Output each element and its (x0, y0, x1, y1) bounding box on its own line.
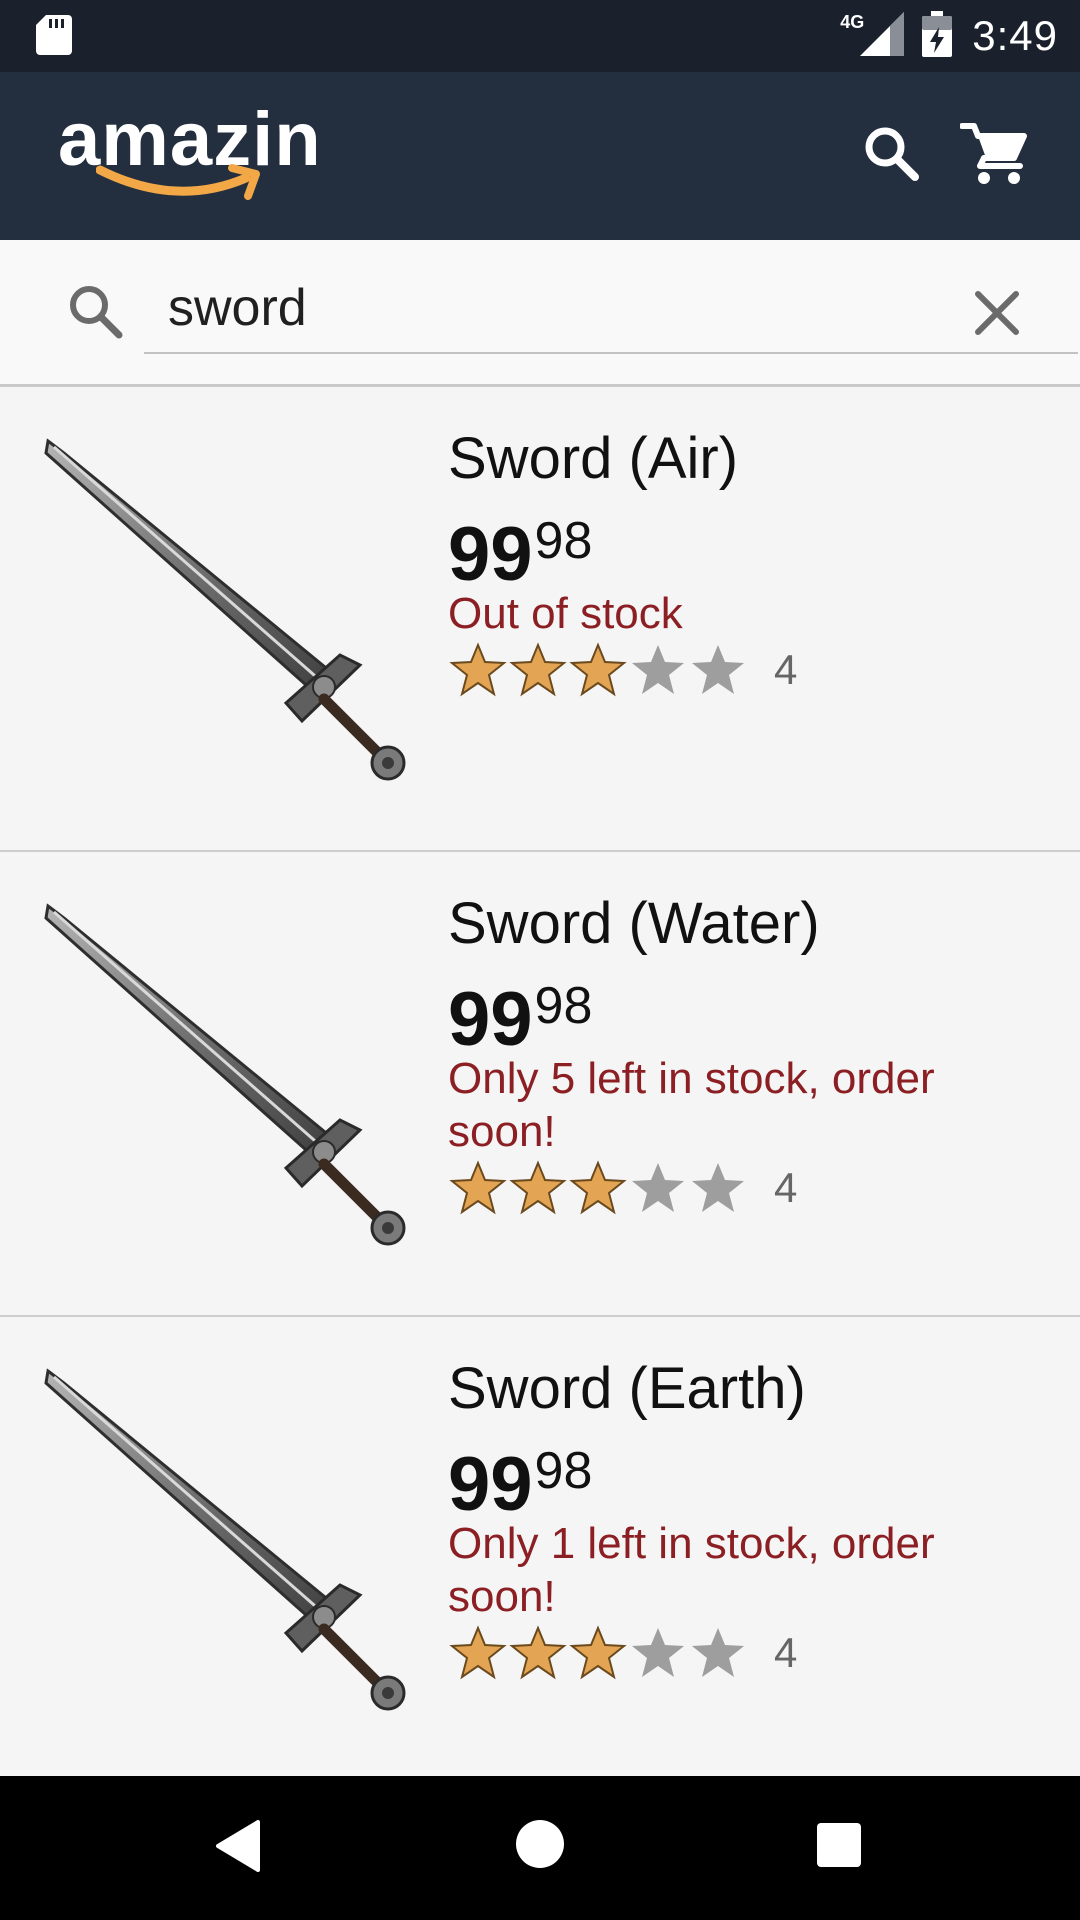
battery-charging-icon (922, 10, 953, 62)
price-whole: 99 (448, 512, 533, 597)
rating-count: 4 (774, 1629, 798, 1676)
star-filled-icon (569, 642, 627, 697)
product-info: Sword (Air) 9998 Out of stock 4 (448, 425, 1048, 698)
star-rating[interactable]: 4 (448, 642, 1048, 698)
star-empty-icon (692, 1628, 744, 1677)
search-bar (0, 240, 1080, 387)
price-whole: 99 (448, 1442, 533, 1527)
star-empty-icon (692, 1163, 744, 1212)
product-image[interactable] (40, 896, 420, 1276)
star-empty-icon (692, 645, 744, 694)
close-icon[interactable] (972, 288, 1022, 343)
list-item[interactable]: Sword (Earth) 9998 Only 1 left in stock,… (0, 1317, 1080, 1782)
cart-icon[interactable] (959, 120, 1028, 191)
status-time: 3:49 (972, 12, 1058, 59)
product-price: 9998 (448, 966, 1048, 1060)
product-price: 9998 (448, 501, 1048, 595)
star-filled-icon (509, 642, 567, 697)
search-icon[interactable] (862, 124, 922, 189)
list-item[interactable]: Sword (Air) 9998 Out of stock 4 (0, 387, 1080, 852)
recents-icon[interactable] (816, 1822, 862, 1873)
back-icon[interactable] (214, 1818, 262, 1879)
product-title[interactable]: Sword (Air) (448, 425, 1048, 493)
product-image[interactable] (40, 1361, 420, 1741)
stock-status: Out of stock (448, 589, 683, 638)
signal-icon (860, 11, 905, 61)
home-icon[interactable] (514, 1818, 566, 1875)
product-info: Sword (Earth) 9998 Only 1 left in stock,… (448, 1355, 1048, 1681)
list-item[interactable]: Sword (Water) 9998 Only 5 left in stock,… (0, 852, 1080, 1317)
network-type-label: 4G (840, 11, 865, 32)
price-fraction: 98 (534, 512, 593, 570)
star-empty-icon (632, 1163, 684, 1212)
star-filled-icon (569, 1160, 627, 1215)
star-filled-icon (569, 1625, 627, 1680)
star-filled-icon (449, 642, 507, 697)
product-title[interactable]: Sword (Earth) (448, 1355, 1048, 1423)
status-bar: 4G 3:49 (0, 0, 1080, 72)
product-image[interactable] (40, 431, 420, 811)
search-input[interactable] (144, 276, 1078, 354)
search-results-list: Sword (Air) 9998 Out of stock 4 Sword (W… (0, 387, 1080, 1782)
search-icon (66, 282, 126, 347)
price-fraction: 98 (534, 977, 593, 1035)
sd-card-icon (36, 15, 72, 60)
rating-count: 4 (774, 1164, 798, 1211)
star-rating[interactable]: 4 (448, 1625, 1048, 1681)
star-filled-icon (449, 1160, 507, 1215)
star-filled-icon (509, 1625, 567, 1680)
stock-status: Only 5 left in stock, order soon! (448, 1054, 935, 1156)
price-fraction: 98 (534, 1442, 593, 1500)
product-title[interactable]: Sword (Water) (448, 890, 1048, 958)
star-empty-icon (632, 1628, 684, 1677)
logo-smile-icon (96, 164, 260, 200)
star-rating[interactable]: 4 (448, 1160, 1048, 1216)
brand-logo[interactable]: amazin (58, 100, 322, 200)
rating-count: 4 (774, 646, 798, 693)
product-price: 9998 (448, 1431, 1048, 1525)
product-info: Sword (Water) 9998 Only 5 left in stock,… (448, 890, 1048, 1216)
star-empty-icon (632, 645, 684, 694)
star-filled-icon (509, 1160, 567, 1215)
price-whole: 99 (448, 977, 533, 1062)
app-bar: amazin (0, 72, 1080, 240)
star-filled-icon (449, 1625, 507, 1680)
navigation-bar (0, 1776, 1080, 1920)
stock-status: Only 1 left in stock, order soon! (448, 1519, 935, 1621)
